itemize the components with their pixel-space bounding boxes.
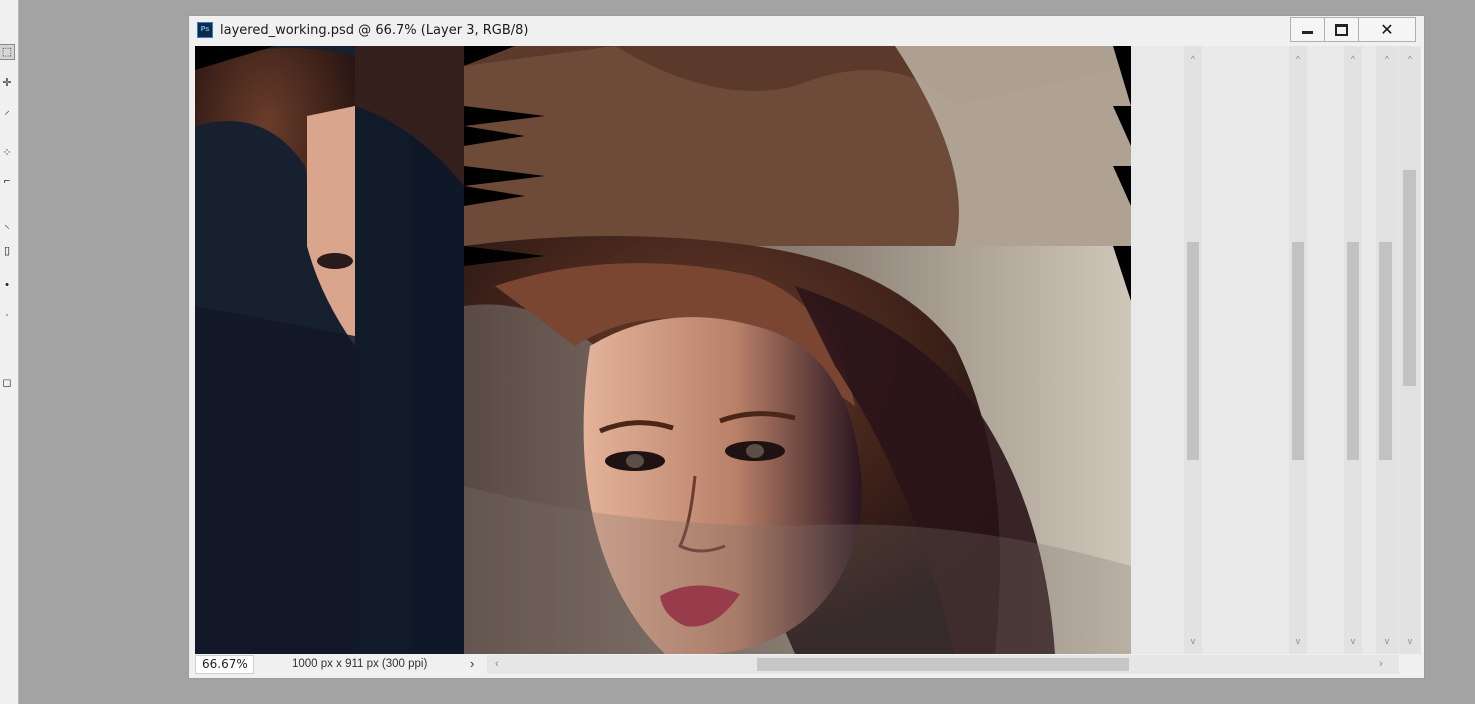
scroll-right-arrow[interactable]: › xyxy=(1379,658,1383,670)
document-info: 1000 px x 911 px (300 ppi) xyxy=(292,658,428,670)
quick-select-tool-icon[interactable]: ⁘ xyxy=(0,146,14,160)
gradient-tool-icon[interactable]: · xyxy=(0,308,14,322)
status-bar: 66.67% 1000 px x 911 px (300 ppi) › ‹ › xyxy=(195,655,1407,674)
scroll-thumb[interactable] xyxy=(1347,242,1359,460)
close-button[interactable]: ✕ xyxy=(1359,18,1415,41)
scroll-thumb[interactable] xyxy=(1379,242,1392,460)
eyedropper-tool-icon[interactable]: ⸜ xyxy=(0,218,14,232)
scroll-up-arrow[interactable]: ^ xyxy=(1405,54,1415,64)
zoom-level-field[interactable]: 66.67% xyxy=(195,655,254,674)
scroll-up-arrow[interactable]: ^ xyxy=(1188,54,1198,64)
layer-main-portrait xyxy=(464,46,1131,654)
tools-panel: ⬚ ✛ ⸝ ⁘ ⌐ ⸜ ▯ • · ◻ xyxy=(0,0,19,704)
move-tool-icon[interactable]: ✛ xyxy=(0,76,14,90)
minimize-button[interactable] xyxy=(1291,18,1325,41)
canvas-artwork xyxy=(195,46,1131,654)
maximize-button[interactable] xyxy=(1325,18,1359,41)
horizontal-scroll-thumb[interactable] xyxy=(757,658,1129,671)
minimize-icon xyxy=(1302,31,1313,34)
info-menu-arrow-icon[interactable]: › xyxy=(470,656,474,671)
vertical-scrollbar-4[interactable]: ^ v xyxy=(1376,46,1398,654)
scroll-thumb[interactable] xyxy=(1187,242,1199,460)
scroll-thumb[interactable] xyxy=(1403,170,1416,386)
vertical-scrollbar-3[interactable]: ^ v xyxy=(1344,46,1362,654)
scroll-down-arrow[interactable]: v xyxy=(1188,636,1198,646)
maximize-icon xyxy=(1335,23,1348,36)
vertical-scrollbar-main[interactable]: ^ v xyxy=(1399,46,1421,654)
scroll-up-arrow[interactable]: ^ xyxy=(1382,54,1392,64)
document-titlebar[interactable]: Ps layered_working.psd @ 66.7% (Layer 3,… xyxy=(189,16,1424,46)
scroll-thumb[interactable] xyxy=(1292,242,1304,460)
scroll-left-arrow[interactable]: ‹ xyxy=(495,658,499,670)
document-window: Ps layered_working.psd @ 66.7% (Layer 3,… xyxy=(188,15,1425,679)
vertical-scrollbar-1[interactable]: ^ v xyxy=(1184,46,1202,654)
scroll-down-arrow[interactable]: v xyxy=(1382,636,1392,646)
horizontal-scrollbar[interactable]: ‹ › xyxy=(487,655,1399,674)
document-title: layered_working.psd @ 66.7% (Layer 3, RG… xyxy=(220,23,529,38)
brush-tool-icon[interactable]: ▯ xyxy=(0,244,14,258)
document-canvas[interactable] xyxy=(195,46,1131,654)
close-icon: ✕ xyxy=(1380,21,1394,39)
window-controls: ✕ xyxy=(1290,17,1416,42)
scroll-up-arrow[interactable]: ^ xyxy=(1293,54,1303,64)
vertical-scrollbar-2[interactable]: ^ v xyxy=(1289,46,1307,654)
eraser-tool-icon[interactable]: • xyxy=(0,278,14,292)
lasso-tool-icon[interactable]: ⸝ xyxy=(0,104,14,118)
rectangle-tool-icon[interactable]: ◻ xyxy=(0,376,14,390)
photoshop-document-icon: Ps xyxy=(197,22,213,38)
scroll-down-arrow[interactable]: v xyxy=(1293,636,1303,646)
scroll-down-arrow[interactable]: v xyxy=(1348,636,1358,646)
crop-tool-icon[interactable]: ⌐ xyxy=(0,174,14,188)
scroll-up-arrow[interactable]: ^ xyxy=(1348,54,1358,64)
scroll-down-arrow[interactable]: v xyxy=(1405,636,1415,646)
layer-copy-left xyxy=(195,46,355,654)
marquee-tool-icon[interactable]: ⬚ xyxy=(0,44,15,60)
